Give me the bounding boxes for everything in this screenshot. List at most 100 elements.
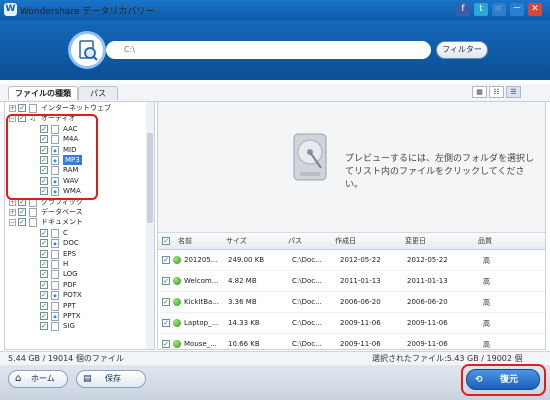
tree-item-label: ドキュメント — [41, 218, 83, 227]
cell-created: 2012-05-22 — [340, 256, 381, 264]
column-size[interactable]: サイズ — [226, 236, 247, 246]
path-input-value: C:\ — [124, 45, 135, 54]
status-total: 5.44 GB / 19014 個のファイル — [8, 354, 124, 363]
audio-file-icon — [51, 291, 59, 301]
facebook-icon[interactable]: f — [456, 3, 470, 16]
cell-name: 201205... — [184, 256, 218, 264]
expand-icon[interactable]: + — [9, 209, 16, 216]
column-modified[interactable]: 変更日 — [405, 236, 426, 246]
cell-path: C:\Doc... — [292, 277, 322, 285]
cell-quality: 高 — [483, 320, 490, 328]
view-details-button[interactable]: ☰ — [506, 86, 521, 98]
hard-drive-icon — [288, 130, 332, 184]
home-button[interactable]: ⌂ ホーム — [8, 370, 68, 388]
select-all-checkbox[interactable]: ✓ — [162, 237, 170, 245]
row-checkbox[interactable]: ✓ — [162, 256, 170, 264]
column-quality[interactable]: 品質 — [478, 236, 492, 246]
tree-checkbox[interactable]: ✓ — [40, 280, 48, 289]
tree-checkbox[interactable]: ✓ — [40, 322, 48, 331]
file-icon — [51, 228, 59, 238]
tab-file-types[interactable]: ファイルの種類 — [8, 86, 78, 100]
column-path[interactable]: パス — [288, 236, 302, 246]
tree-checkbox[interactable]: ✓ — [40, 260, 48, 268]
column-name[interactable]: 名前 — [178, 236, 192, 246]
file-icon — [51, 280, 59, 290]
expand-icon[interactable]: + — [9, 105, 16, 112]
cell-size: 10.66 KB — [228, 340, 260, 348]
file-icon — [29, 104, 37, 113]
twitter-icon[interactable]: t — [474, 3, 488, 16]
tree-item[interactable]: − ✓ ドキュメント — [8, 217, 146, 228]
cell-name: Laptop_... — [184, 319, 219, 327]
tree-checkbox[interactable]: ✓ — [18, 218, 26, 227]
save-button[interactable]: ▤ 保存 — [76, 370, 146, 388]
tree-item[interactable]: + ✓ インターネットウェブ — [8, 103, 146, 113]
filter-button[interactable]: フィルター — [436, 41, 488, 59]
tree-scrollbar-thumb[interactable] — [147, 133, 153, 223]
quality-status-icon — [173, 340, 181, 348]
cell-created: 2009-11-06 — [340, 340, 381, 348]
recover-highlight-box — [461, 364, 546, 396]
window-title: Wondershare データリカバリー — [20, 7, 155, 17]
file-icon — [51, 322, 59, 332]
tree-checkbox[interactable]: ✓ — [18, 208, 26, 216]
row-checkbox[interactable]: ✓ — [162, 298, 170, 306]
cell-name: Welcom... — [184, 277, 219, 285]
app-logo-icon: W — [4, 3, 17, 16]
preview-instruction: プレビューするには、左側のフォルダを選択してリスト内のファイルをクリックしてくだ… — [345, 154, 535, 190]
tree-item-label: H — [63, 260, 69, 268]
tree-item-label: SIG — [63, 322, 75, 331]
cell-modified: 2009-11-06 — [407, 319, 448, 327]
close-icon[interactable]: ✕ — [528, 3, 542, 16]
minimize-icon[interactable]: － — [510, 3, 524, 16]
column-created[interactable]: 作成日 — [335, 236, 356, 246]
cell-created: 2006-06-20 — [340, 298, 381, 306]
tree-checkbox[interactable]: ✓ — [40, 249, 48, 258]
tree-checkbox[interactable]: ✓ — [40, 228, 48, 237]
file-icon — [51, 301, 59, 311]
tree-item[interactable]: ✓ SIG — [8, 321, 146, 332]
view-list-button[interactable]: ☷ — [489, 86, 504, 98]
cell-size: 4.82 MB — [228, 277, 257, 285]
row-checkbox[interactable]: ✓ — [162, 319, 170, 327]
cart-icon[interactable]: 🛒 — [492, 3, 506, 16]
cell-quality: 高 — [483, 341, 490, 349]
cell-created: 2009-11-06 — [340, 319, 381, 327]
cell-quality: 高 — [483, 299, 490, 307]
cell-modified: 2011-01-13 — [407, 277, 448, 285]
tree-item[interactable]: ✓ LOG — [8, 269, 146, 280]
tree-checkbox[interactable]: ✓ — [40, 239, 48, 248]
tab-path[interactable]: パス — [78, 86, 118, 100]
tree-item[interactable]: ✓ EPS — [8, 249, 146, 259]
cell-modified: 2012-05-22 — [407, 256, 448, 264]
search-icon[interactable] — [71, 34, 103, 66]
cell-size: 249.00 KB — [228, 256, 265, 264]
tree-item[interactable]: ✓ PPTX — [8, 311, 146, 321]
tree-item-label: データベース — [41, 208, 83, 216]
row-checkbox[interactable]: ✓ — [162, 340, 170, 348]
collapse-icon[interactable]: − — [9, 219, 16, 227]
tree-checkbox[interactable]: ✓ — [18, 104, 26, 112]
tree-item[interactable]: ✓ C — [8, 228, 146, 238]
tree-item[interactable]: ✓ POTX — [8, 290, 146, 301]
path-input[interactable] — [106, 41, 431, 59]
row-checkbox[interactable]: ✓ — [162, 277, 170, 285]
tree-item-label: PDF — [63, 280, 77, 289]
cell-quality: 高 — [483, 278, 490, 286]
tree-checkbox[interactable]: ✓ — [40, 270, 48, 279]
view-thumbnails-button[interactable]: ▦ — [472, 86, 487, 98]
tree-checkbox[interactable]: ✓ — [40, 312, 48, 320]
tree-item[interactable]: ✓ DOC — [8, 238, 146, 249]
tree-item-label: LOG — [63, 270, 78, 279]
tree-item[interactable]: ✓ H — [8, 259, 146, 269]
file-icon — [29, 218, 37, 228]
tree-checkbox[interactable]: ✓ — [40, 301, 48, 310]
cell-path: C:\Doc... — [292, 340, 322, 348]
quality-status-icon — [173, 298, 181, 306]
tree-item[interactable]: + ✓ データベース — [8, 207, 146, 217]
tree-item[interactable]: ✓ PPT — [8, 301, 146, 311]
tree-item[interactable]: ✓ PDF — [8, 280, 146, 290]
tree-item-label: PPT — [63, 301, 76, 310]
tree-checkbox[interactable]: ✓ — [40, 291, 48, 300]
tree-item-label: EPS — [63, 249, 77, 258]
